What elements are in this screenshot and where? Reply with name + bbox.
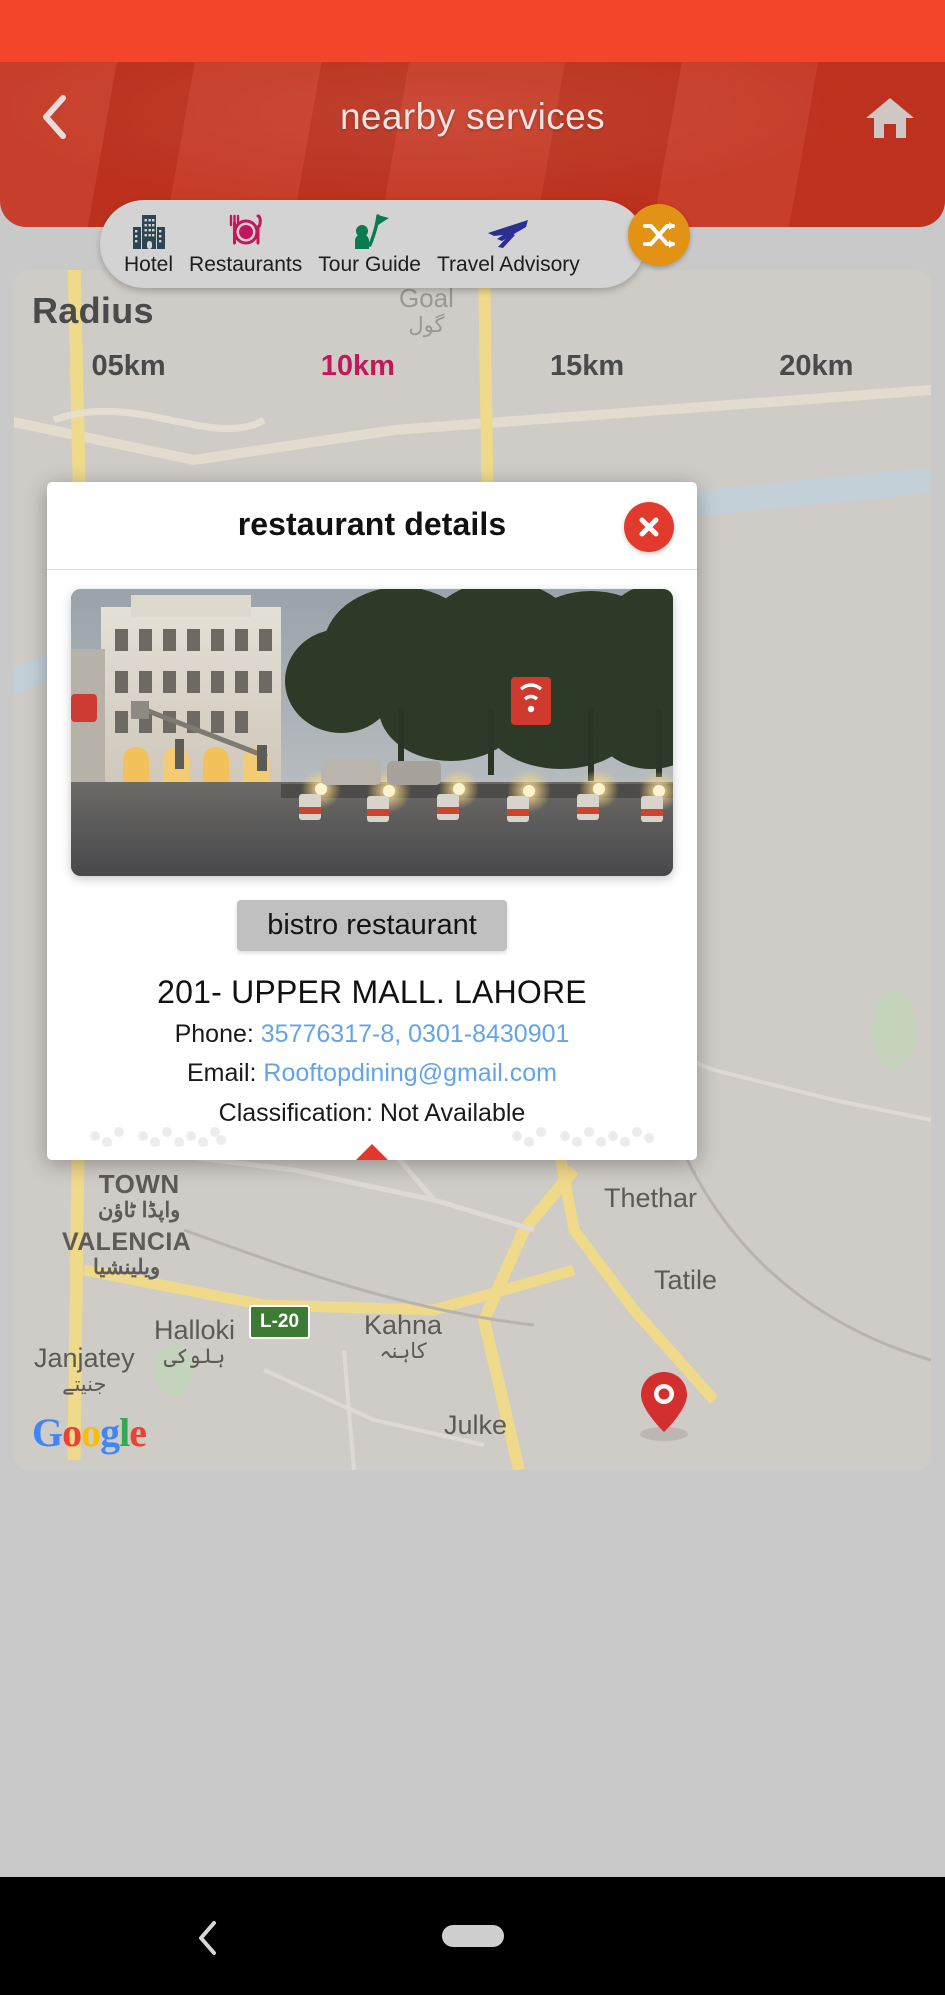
chevron-left-icon xyxy=(43,95,66,139)
restaurant-plate-cutlery-icon xyxy=(226,211,266,249)
map-label-julke: Julke xyxy=(444,1410,508,1440)
category-tab-hotel[interactable]: Hotel xyxy=(116,211,181,277)
airplane-icon xyxy=(486,211,530,249)
hotel-building-icon xyxy=(130,211,168,249)
map-label-urdu: جنیتے xyxy=(62,1373,107,1397)
map-label-valencia: VALENCIA ویلینشیا xyxy=(62,1228,191,1280)
category-tab-tour-guide[interactable]: Tour Guide xyxy=(310,211,429,277)
phone-screen: nearby services Hotel Restaurants Tour G… xyxy=(0,0,945,1995)
nav-back-icon xyxy=(199,1921,216,1955)
radius-option-20km[interactable]: 20km xyxy=(702,350,931,383)
home-button[interactable] xyxy=(863,92,917,144)
nav-home-pill[interactable] xyxy=(441,1925,504,1947)
restaurant-name-badge: bistro restaurant xyxy=(47,900,697,951)
radius-option-10km[interactable]: 10km xyxy=(243,350,472,383)
back-button[interactable] xyxy=(30,92,80,142)
road-shield-l20: L-20 xyxy=(249,1305,311,1339)
radius-title: Radius xyxy=(32,290,154,331)
map-label-urdu: ویلینشیا xyxy=(93,1256,161,1279)
restaurant-name: bistro restaurant xyxy=(237,900,507,951)
map-label-name: Kahna xyxy=(364,1310,443,1340)
category-label: Tour Guide xyxy=(318,253,421,276)
category-label: Restaurants xyxy=(189,253,303,276)
map-label-urdu: ہلوکی xyxy=(163,1345,226,1369)
map-label-kahna: Kahna کاہنہ xyxy=(364,1310,442,1364)
restaurant-photo xyxy=(71,589,673,876)
map-label-town: TOWN واپڈا ٹاؤن xyxy=(98,1169,181,1223)
tour-guide-person-flag-icon xyxy=(351,211,389,249)
radius-options: 05km 10km 15km 20km xyxy=(14,350,931,383)
dialog-title: restaurant details xyxy=(237,506,507,542)
map-label-name: VALENCIA xyxy=(62,1228,192,1256)
email-value[interactable]: Rooftopdining@gmail.com xyxy=(263,1059,557,1087)
category-label: Travel Advisory xyxy=(437,253,580,276)
status-bar xyxy=(0,0,945,62)
android-nav-bar xyxy=(0,1877,945,1995)
phone-label: Phone: xyxy=(174,1020,261,1048)
restaurant-address: 201- UPPER MALL. LAHORE xyxy=(157,974,587,1010)
map-label-name: Halloki xyxy=(154,1315,236,1345)
restaurant-details-dialog: restaurant details bistro restaurant 201… xyxy=(47,482,697,1160)
restaurant-email-line: Email: Rooftopdining@gmail.com xyxy=(47,1059,697,1088)
dots-icon xyxy=(90,1127,654,1147)
category-tab-bar: Hotel Restaurants Tour Guide Travel Advi… xyxy=(100,200,690,288)
radius-option-15km[interactable]: 15km xyxy=(473,350,702,383)
dialog-header: restaurant details xyxy=(47,482,697,570)
map-pin-marker[interactable] xyxy=(636,1370,692,1447)
google-attribution: Google xyxy=(32,1410,147,1455)
close-x-icon xyxy=(639,517,659,537)
category-label: Hotel xyxy=(124,253,174,276)
map-label-urdu: واپڈا ٹاؤن xyxy=(98,1199,181,1223)
nav-back-button[interactable] xyxy=(195,1919,221,1962)
category-tab-travel-advisory[interactable]: Travel Advisory xyxy=(429,211,588,277)
home-icon xyxy=(866,98,914,138)
phone-value[interactable]: 35776317-8, 0301-8430901 xyxy=(261,1020,570,1048)
radius-selector: Radius 05km 10km 15km 20km xyxy=(14,270,931,410)
shuffle-icon xyxy=(643,222,675,248)
map-label-janjatey: Janjatey جنیتے xyxy=(34,1343,135,1397)
map-label-name: TOWN xyxy=(98,1169,180,1199)
map-label-urdu: کاہنہ xyxy=(379,1340,427,1364)
map-label-halloki: Halloki ہلوکی xyxy=(154,1315,235,1369)
restaurant-photo-image xyxy=(71,589,673,876)
map-label-thethar: Thethar xyxy=(604,1183,698,1213)
decorative-dots xyxy=(47,1118,697,1148)
close-button[interactable] xyxy=(624,502,674,552)
restaurant-phone-line: Phone: 35776317-8, 0301-8430901 xyxy=(47,1020,697,1049)
category-tab-restaurants[interactable]: Restaurants xyxy=(181,211,310,277)
map-label-name: Janjatey xyxy=(34,1343,135,1373)
map-pin-icon xyxy=(640,1372,688,1441)
radius-option-05km[interactable]: 05km xyxy=(14,350,243,383)
page-title: nearby services xyxy=(339,96,606,137)
email-label: Email: xyxy=(187,1059,264,1087)
map-label-tatile: Tatile xyxy=(654,1265,718,1295)
shuffle-button[interactable] xyxy=(628,204,690,266)
